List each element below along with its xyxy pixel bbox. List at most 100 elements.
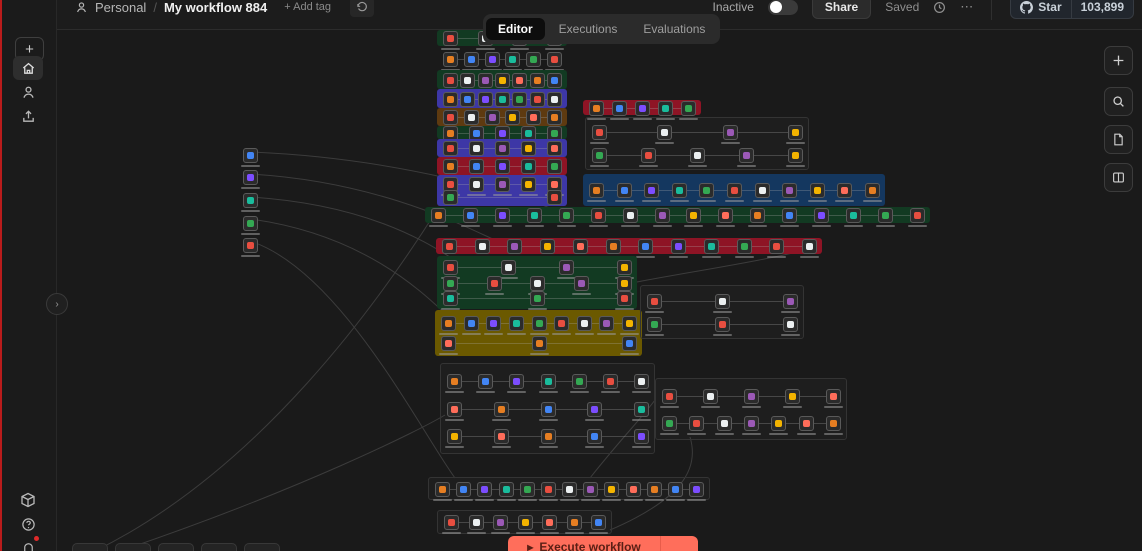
workflow-node[interactable]	[585, 401, 605, 421]
workflow-node[interactable]	[610, 100, 629, 120]
workflow-node[interactable]	[780, 183, 800, 202]
workflow-node[interactable]	[655, 125, 675, 145]
workflow-node[interactable]	[439, 336, 458, 355]
workflow-node[interactable]	[844, 208, 864, 227]
workflow-node[interactable]	[569, 373, 589, 393]
workflow-node[interactable]	[623, 481, 643, 501]
workflow-node[interactable]	[645, 316, 664, 336]
workflow-node[interactable]	[720, 125, 740, 145]
workflow-node[interactable]	[441, 72, 460, 92]
workflow-node[interactable]	[587, 100, 606, 120]
workflow-node[interactable]	[734, 239, 754, 258]
active-toggle[interactable]	[767, 0, 798, 15]
workflow-node[interactable]	[441, 51, 460, 71]
workflow-node[interactable]	[737, 147, 756, 167]
github-star-count[interactable]: 103,899	[1071, 0, 1134, 19]
workflow-node[interactable]	[669, 239, 689, 258]
workflow-node[interactable]	[538, 429, 558, 449]
workflow-node[interactable]	[482, 51, 502, 71]
workflow-node[interactable]	[491, 515, 510, 534]
workflow-node[interactable]	[515, 515, 535, 534]
workflow-node[interactable]	[656, 100, 675, 120]
workflow-node[interactable]	[800, 239, 819, 258]
workflow-node[interactable]	[725, 183, 744, 202]
execute-workflow-options-button[interactable]	[660, 536, 698, 551]
workflow-node[interactable]	[824, 388, 843, 408]
workflow-node[interactable]	[590, 125, 609, 145]
workflow-trigger-node[interactable]	[241, 148, 260, 167]
workflow-node[interactable]	[519, 141, 538, 160]
workflow-node[interactable]	[442, 515, 461, 534]
add-node-button[interactable]	[1104, 46, 1133, 75]
workflow-node[interactable]	[587, 183, 606, 202]
workflow-node[interactable]	[441, 159, 460, 178]
workflow-node[interactable]	[669, 183, 689, 202]
workflow-group[interactable]	[437, 70, 567, 92]
workflow-node[interactable]	[496, 481, 516, 501]
workflow-node[interactable]	[701, 388, 720, 408]
workflow-group[interactable]	[437, 157, 567, 178]
workflow-node[interactable]	[476, 373, 496, 393]
workflow-canvas[interactable]	[0, 0, 1142, 551]
workflow-node[interactable]	[615, 275, 634, 295]
workflow-node[interactable]	[642, 183, 662, 202]
workflow-node[interactable]	[688, 147, 707, 167]
workflow-node[interactable]	[484, 316, 504, 335]
canvas-control-button-2[interactable]	[115, 543, 151, 551]
workflow-node[interactable]	[507, 373, 527, 393]
workflow-node[interactable]	[783, 388, 802, 408]
workflow-node[interactable]	[493, 159, 512, 178]
workflow-node[interactable]	[429, 208, 448, 227]
workflow-node[interactable]	[620, 208, 640, 227]
sidebar-item-notifications[interactable]	[13, 535, 43, 551]
workflow-node[interactable]	[752, 183, 772, 202]
workflow-node[interactable]	[491, 401, 511, 421]
sidebar-item-shared[interactable]	[13, 104, 43, 128]
workflow-node[interactable]	[475, 72, 495, 92]
workflow-node[interactable]	[581, 481, 601, 501]
tab-evaluations[interactable]: Evaluations	[631, 18, 717, 40]
canvas-control-button-3[interactable]	[158, 543, 194, 551]
workflow-group[interactable]	[585, 117, 809, 170]
workflow-node[interactable]	[908, 208, 927, 227]
workflow-node[interactable]	[597, 316, 617, 335]
workflow-node[interactable]	[545, 110, 564, 129]
workflow-node[interactable]	[441, 189, 460, 209]
workflow-group[interactable]	[437, 175, 567, 209]
sidebar-collapse-button[interactable]: ›	[46, 293, 68, 315]
workflow-group[interactable]	[440, 363, 655, 454]
workflow-node[interactable]	[786, 125, 805, 145]
workflow-node[interactable]	[807, 183, 827, 202]
workflow-node[interactable]	[571, 275, 591, 295]
workflow-node[interactable]	[527, 72, 547, 92]
workflow-node[interactable]	[600, 373, 620, 393]
search-nodes-button[interactable]	[1104, 87, 1133, 116]
workflow-node[interactable]	[528, 291, 547, 311]
workflow-node[interactable]	[545, 91, 564, 111]
sidebar-item-personal[interactable]	[13, 80, 43, 104]
workflow-node[interactable]	[440, 239, 459, 258]
workflow-node[interactable]	[506, 316, 526, 335]
workflow-node[interactable]	[835, 183, 855, 202]
workflow-node[interactable]	[441, 91, 460, 111]
workflow-node[interactable]	[876, 208, 896, 227]
workflow-node[interactable]	[517, 481, 537, 501]
workflow-group[interactable]	[655, 378, 847, 440]
workflow-node[interactable]	[503, 110, 523, 129]
workflow-node[interactable]	[460, 208, 480, 227]
workflow-node[interactable]	[545, 72, 564, 92]
workflow-node[interactable]	[679, 100, 698, 120]
workflow-node[interactable]	[493, 177, 512, 197]
add-tag-button[interactable]: + Add tag	[284, 1, 331, 13]
workflow-node[interactable]	[524, 51, 544, 71]
workflow-node[interactable]	[482, 110, 502, 129]
history-button[interactable]	[350, 0, 375, 17]
workflow-node[interactable]	[538, 239, 558, 258]
workflow-node[interactable]	[632, 401, 651, 421]
workflow-node[interactable]	[510, 72, 530, 92]
workflow-node[interactable]	[529, 316, 549, 335]
workflow-node[interactable]	[441, 291, 460, 311]
workflow-node[interactable]	[660, 388, 679, 408]
workflow-node[interactable]	[538, 373, 558, 393]
workflow-node[interactable]	[454, 481, 474, 501]
